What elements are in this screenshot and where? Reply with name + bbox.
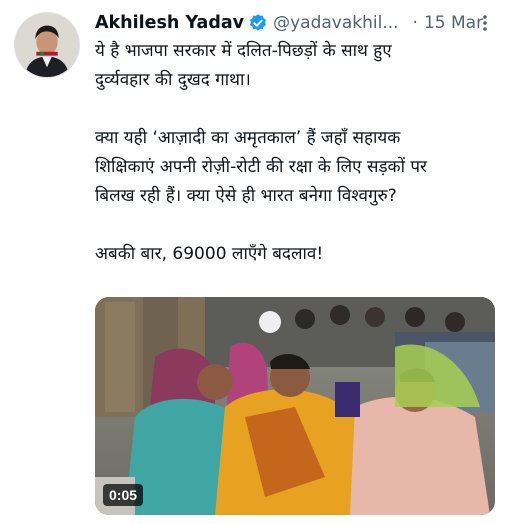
avatar[interactable] xyxy=(14,12,80,78)
tweet-paragraph: ये है भाजपा सरकार में दलित-पिछड़ों के सा… xyxy=(95,41,392,90)
verified-badge-icon xyxy=(248,13,268,33)
tweet-text: ये है भाजपा सरकार में दलित-पिछड़ों के सा… xyxy=(95,37,500,327)
tweet-paragraph: क्या यही ‘आज़ादी का अमृतकाल’ हैं जहाँ सह… xyxy=(95,128,428,206)
video-player[interactable]: 0:05 xyxy=(95,297,495,515)
more-options-icon[interactable] xyxy=(475,11,495,35)
date-separator: · xyxy=(412,13,418,33)
tweet-paragraph: अबकी बार, 69000 लाएँगे बदलाव! xyxy=(95,244,324,264)
author-name[interactable]: Akhilesh Yadav xyxy=(95,13,244,33)
author-handle[interactable]: @yadavakhil... xyxy=(273,13,398,33)
video-thumbnail xyxy=(95,297,495,515)
video-duration-badge: 0:05 xyxy=(103,484,144,506)
tweet-header: Akhilesh Yadav @yadavakhil... · 15 Mar xyxy=(95,10,499,36)
tweet[interactable]: Akhilesh Yadav @yadavakhil... · 15 Mar य… xyxy=(0,0,509,524)
